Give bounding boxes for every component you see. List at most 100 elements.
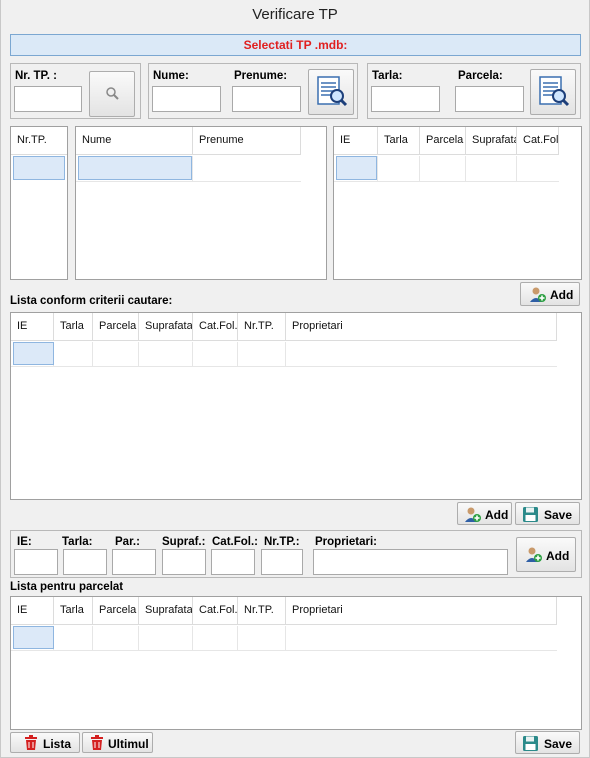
- supraf-label: Supraf.:: [162, 536, 206, 548]
- document-search-icon: [317, 76, 348, 107]
- column-header[interactable]: Suprafata: [139, 313, 193, 340]
- column-header[interactable]: IE: [11, 313, 54, 340]
- selected-cell[interactable]: [13, 156, 65, 180]
- ultimul-label: Ultimul: [108, 737, 149, 751]
- name-search-button[interactable]: [308, 69, 354, 115]
- nume-input[interactable]: [152, 86, 221, 112]
- tarla-label: Tarla:: [372, 70, 403, 82]
- selected-cell[interactable]: [13, 342, 54, 365]
- nrtp-search-button[interactable]: [89, 71, 135, 117]
- select-mdb-bar[interactable]: Selectati TP .mdb:: [10, 34, 581, 56]
- add-label: Add: [550, 288, 574, 302]
- column-header[interactable]: Cat.Fol.: [193, 597, 238, 624]
- add-label: Add: [485, 508, 509, 522]
- column-header[interactable]: Nr.TP.: [238, 597, 286, 624]
- grid-header: IE Tarla Parcela Suprafata Cat.Fol. Nr.T…: [11, 597, 557, 625]
- search-results-title: Lista conform criterii cautare:: [10, 295, 173, 307]
- parcels-grid[interactable]: IE Tarla Parcela Suprafata Cat.Fol.: [333, 126, 582, 280]
- nrtp-label: Nr. TP. :: [15, 70, 57, 82]
- owners-grid[interactable]: Nume Prenume: [75, 126, 327, 280]
- nrtp-grid[interactable]: Nr.TP.: [10, 126, 68, 280]
- parcel-list-grid[interactable]: IE Tarla Parcela Suprafata Cat.Fol. Nr.T…: [10, 596, 582, 730]
- parcela-input[interactable]: [455, 86, 524, 112]
- cell-divider: [285, 342, 286, 367]
- cell-divider: [192, 626, 193, 651]
- grid-header: IE Tarla Parcela Suprafata Cat.Fol. Nr.T…: [11, 313, 557, 341]
- column-header[interactable]: Nr.TP.: [11, 127, 67, 154]
- table-row[interactable]: [11, 342, 557, 367]
- save-parcel-list-button[interactable]: Save: [515, 731, 580, 754]
- column-header[interactable]: Tarla: [54, 313, 93, 340]
- tarla-input[interactable]: [371, 86, 440, 112]
- column-header[interactable]: Parcela: [420, 127, 466, 154]
- cell-divider: [419, 156, 420, 182]
- nrtp-entry-label: Nr.TP.:: [264, 536, 300, 548]
- column-header[interactable]: Nume: [76, 127, 193, 154]
- prenume-input[interactable]: [232, 86, 301, 112]
- column-header[interactable]: Tarla: [54, 597, 93, 624]
- proprietari-input[interactable]: [313, 549, 508, 575]
- table-row[interactable]: [11, 626, 557, 651]
- cell-divider: [516, 156, 517, 182]
- column-header[interactable]: IE: [334, 127, 378, 154]
- trash-icon: [91, 735, 103, 750]
- selected-cell[interactable]: [78, 156, 192, 180]
- column-header[interactable]: Parcela: [93, 313, 139, 340]
- column-header[interactable]: Nr.TP.: [238, 313, 286, 340]
- cell-divider: [192, 156, 193, 182]
- nrtp-input[interactable]: [14, 86, 82, 112]
- cell-divider: [192, 342, 193, 367]
- manual-entry-group: IE: Tarla: Par.: Supraf.: Cat.Fol.: Nr.T…: [10, 530, 582, 578]
- cell-divider: [377, 156, 378, 182]
- delete-last-button[interactable]: Ultimul: [82, 732, 153, 753]
- column-header[interactable]: Cat.Fol.: [517, 127, 559, 154]
- parcel-search-button[interactable]: [530, 69, 576, 115]
- column-header[interactable]: Cat.Fol.: [193, 313, 238, 340]
- cell-divider: [237, 342, 238, 367]
- add-entry-button[interactable]: Add: [516, 537, 576, 572]
- cell-divider: [92, 626, 93, 651]
- parcela-label: Parcela:: [458, 70, 503, 82]
- tarla-entry-input[interactable]: [63, 549, 107, 575]
- selected-cell[interactable]: [13, 626, 54, 649]
- ie-label: IE:: [17, 536, 32, 548]
- selected-cell[interactable]: [336, 156, 377, 180]
- cell-divider: [138, 342, 139, 367]
- grid-header: Nume Prenume: [76, 127, 301, 155]
- catfol-label: Cat.Fol.:: [212, 536, 258, 548]
- par-input[interactable]: [112, 549, 156, 575]
- add-user-icon: [530, 287, 546, 302]
- add-results-button[interactable]: Add: [457, 502, 512, 525]
- save-disk-icon: [523, 736, 538, 751]
- column-header[interactable]: Suprafata: [139, 597, 193, 624]
- prenume-label: Prenume:: [234, 70, 288, 82]
- cell-divider: [92, 342, 93, 367]
- save-disk-icon: [523, 507, 538, 522]
- name-search-group: Nume: Prenume:: [148, 63, 358, 119]
- trash-icon: [25, 735, 37, 750]
- add-parcel-button[interactable]: Add: [520, 282, 580, 306]
- par-label: Par.:: [115, 536, 140, 548]
- add-user-icon: [526, 547, 542, 562]
- supraf-input[interactable]: [162, 549, 206, 575]
- tarla-label: Tarla:: [62, 536, 93, 548]
- column-header[interactable]: Tarla: [378, 127, 420, 154]
- column-header[interactable]: IE: [11, 597, 54, 624]
- nrtp-entry-input[interactable]: [261, 549, 303, 575]
- cell-divider: [138, 626, 139, 651]
- column-header[interactable]: Proprietari: [286, 597, 557, 624]
- column-header[interactable]: Suprafata: [466, 127, 517, 154]
- proprietari-label: Proprietari:: [315, 536, 377, 548]
- document-search-icon: [539, 76, 570, 107]
- save-results-button[interactable]: Save: [515, 502, 580, 525]
- search-results-grid[interactable]: IE Tarla Parcela Suprafata Cat.Fol. Nr.T…: [10, 312, 582, 500]
- window-title: Verificare TP: [252, 6, 338, 23]
- column-header[interactable]: Proprietari: [286, 313, 557, 340]
- catfol-input[interactable]: [211, 549, 255, 575]
- delete-list-button[interactable]: Lista: [10, 732, 80, 753]
- column-header[interactable]: Parcela: [93, 597, 139, 624]
- column-header[interactable]: Prenume: [193, 127, 301, 154]
- save-label: Save: [544, 737, 573, 751]
- cell-divider: [285, 626, 286, 651]
- ie-input[interactable]: [14, 549, 58, 575]
